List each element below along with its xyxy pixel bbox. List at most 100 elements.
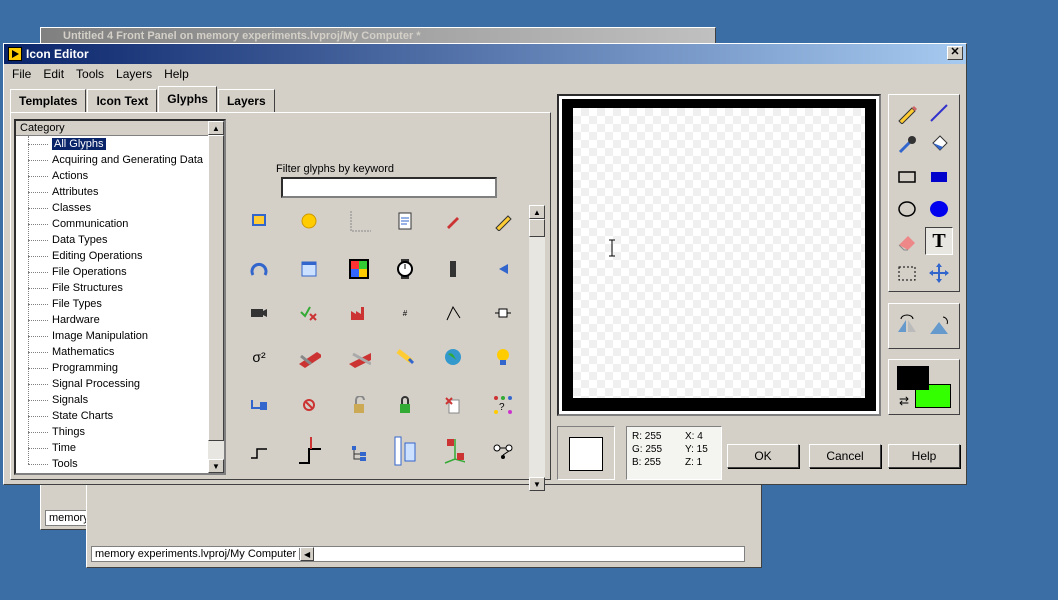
glyph-step-signal-icon[interactable] — [297, 437, 321, 464]
move-icon[interactable] — [925, 259, 953, 287]
glyph-delete-doc-icon[interactable] — [441, 393, 465, 417]
filter-input[interactable] — [281, 177, 497, 198]
category-item[interactable]: Time — [26, 440, 224, 456]
glyph-graph-nodes-icon[interactable] — [491, 439, 515, 463]
ok-button[interactable]: OK — [727, 444, 799, 468]
glyph-check-cross-icon[interactable] — [297, 301, 321, 325]
menu-file[interactable]: File — [6, 67, 37, 81]
text-icon[interactable]: T — [925, 227, 953, 255]
labview-app-icon — [8, 47, 22, 61]
scroll-left-button-2[interactable]: ◀ — [300, 547, 315, 561]
glyph-loop-icon[interactable] — [247, 257, 271, 281]
filled-rectangle-icon[interactable] — [925, 163, 953, 191]
category-item[interactable]: All Glyphs — [26, 136, 224, 152]
glyph-vector-icon[interactable] — [441, 301, 465, 325]
glyph-colors-icon[interactable] — [347, 257, 371, 281]
glyph-circle-icon[interactable] — [297, 209, 321, 233]
glyph-step-icon[interactable] — [247, 441, 271, 465]
glyph-question-dots-icon[interactable]: ? — [491, 393, 515, 417]
glyph-axis-icon[interactable] — [347, 209, 371, 233]
tool-palette: T — [888, 94, 960, 292]
scroll-up-button[interactable]: ▲ — [208, 121, 224, 135]
pencil-icon[interactable] — [893, 99, 921, 127]
category-item[interactable]: Actions — [26, 168, 224, 184]
icon-preview — [557, 426, 615, 480]
tab-layers[interactable]: Layers — [217, 89, 275, 112]
category-item[interactable]: Programming — [26, 360, 224, 376]
close-button[interactable]: ✕ — [947, 46, 963, 60]
category-item[interactable]: Communication — [26, 216, 224, 232]
scroll-down-button[interactable]: ▼ — [208, 459, 224, 473]
tab-glyphs[interactable]: Glyphs — [158, 86, 217, 112]
menu-edit[interactable]: Edit — [37, 67, 70, 81]
glyph-tree-icon[interactable] — [347, 441, 371, 465]
category-item[interactable]: Things — [26, 424, 224, 440]
glyph-lock-green-icon[interactable] — [393, 393, 417, 417]
category-item[interactable]: Hardware — [26, 312, 224, 328]
dropper-icon[interactable] — [893, 131, 921, 159]
glyph-window-icon[interactable] — [297, 257, 321, 281]
fill-icon[interactable] — [925, 131, 953, 159]
menu-tools[interactable]: Tools — [70, 67, 110, 81]
tab-icon-text[interactable]: Icon Text — [87, 89, 158, 112]
glyph-swiss-knife-icon[interactable] — [347, 345, 371, 369]
selection-icon[interactable] — [893, 259, 921, 287]
category-item[interactable]: Image Manipulation — [26, 328, 224, 344]
filled-ellipse-icon[interactable] — [925, 195, 953, 223]
help-button[interactable]: Help — [888, 444, 960, 468]
glyph-scroll-thumb[interactable] — [529, 219, 545, 237]
category-item[interactable]: Acquiring and Generating Data — [26, 152, 224, 168]
category-item[interactable]: Mathematics — [26, 344, 224, 360]
category-item[interactable]: State Charts — [26, 408, 224, 424]
glyph-sigma-icon[interactable]: σ² — [247, 345, 271, 369]
category-scrollbar[interactable]: ▲ ▼ — [208, 121, 224, 473]
glyph-unlock-icon[interactable] — [347, 393, 371, 417]
glyph-factory-icon[interactable] — [347, 301, 371, 325]
glyph-watch-icon[interactable] — [393, 257, 417, 281]
glyph-connector-icon[interactable] — [491, 301, 515, 325]
line-icon[interactable] — [925, 99, 953, 127]
category-item[interactable]: File Types — [26, 296, 224, 312]
category-item[interactable]: Attributes — [26, 184, 224, 200]
icon-canvas[interactable] — [573, 108, 865, 398]
glyph-arrow-return-icon[interactable] — [247, 393, 271, 417]
rotate-icon[interactable] — [925, 312, 953, 340]
glyph-chip-icon[interactable] — [441, 257, 465, 281]
eraser-icon[interactable] — [893, 227, 921, 255]
glyph-scroll-up-button[interactable]: ▲ — [529, 205, 545, 219]
category-item[interactable]: Tools — [26, 456, 224, 472]
menu-layers[interactable]: Layers — [110, 67, 158, 81]
glyph-digits-icon[interactable]: # — [393, 301, 417, 325]
glyph-knife-icon[interactable] — [297, 345, 321, 369]
category-item[interactable]: Signals — [26, 392, 224, 408]
ellipse-icon[interactable] — [893, 195, 921, 223]
flip-horizontal-icon[interactable] — [893, 312, 921, 340]
foreground-color-swatch[interactable] — [897, 366, 929, 390]
glyph-hierarchy-icon[interactable] — [393, 436, 417, 466]
glyph-acquire-icon[interactable] — [247, 209, 271, 233]
swap-colors-icon[interactable]: ⇄ — [899, 394, 915, 410]
glyph-camera-icon[interactable] — [247, 301, 271, 325]
glyph-pencil-icon[interactable] — [491, 209, 515, 233]
menu-help[interactable]: Help — [158, 67, 195, 81]
glyph-no-icon[interactable] — [297, 393, 321, 417]
glyph-scroll-down-button[interactable]: ▼ — [529, 477, 545, 491]
category-item[interactable]: File Operations — [26, 264, 224, 280]
glyph-pencil-small-icon[interactable] — [441, 209, 465, 233]
glyph-3d-axis-icon[interactable] — [441, 439, 465, 464]
glyph-globe-icon[interactable] — [441, 345, 465, 369]
cancel-button[interactable]: Cancel — [809, 444, 881, 468]
glyph-bulb-icon[interactable] — [491, 345, 515, 369]
category-item[interactable]: Classes — [26, 200, 224, 216]
glyph-document-icon[interactable] — [393, 209, 417, 233]
glyph-scrollbar[interactable]: ▲ ▼ — [529, 205, 545, 491]
glyph-brush-icon[interactable] — [393, 345, 417, 369]
rectangle-icon[interactable] — [893, 163, 921, 191]
tab-templates[interactable]: Templates — [10, 89, 87, 112]
glyph-arrow-left-icon[interactable] — [491, 257, 515, 281]
category-item[interactable]: Signal Processing — [26, 376, 224, 392]
category-item[interactable]: File Structures — [26, 280, 224, 296]
category-item[interactable]: Data Types — [26, 232, 224, 248]
scroll-thumb[interactable] — [208, 135, 224, 441]
category-item[interactable]: Editing Operations — [26, 248, 224, 264]
